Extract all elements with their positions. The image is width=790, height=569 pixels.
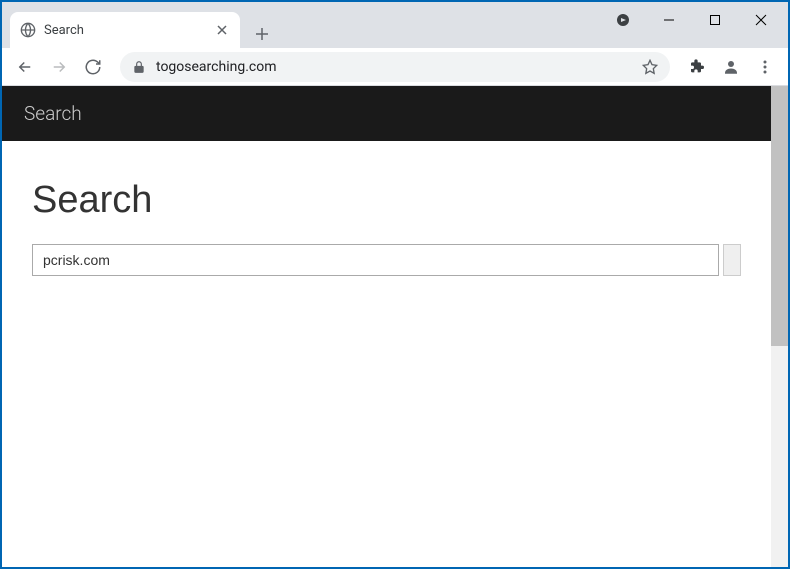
scrollbar-thumb[interactable]: [771, 86, 788, 346]
close-tab-icon[interactable]: [214, 22, 230, 38]
search-submit-button[interactable]: [723, 244, 741, 276]
page-body: Search: [2, 141, 771, 314]
tabs-area: Search: [2, 2, 600, 48]
content-area: Search Search: [2, 86, 788, 567]
bookmark-star-icon[interactable]: [642, 59, 658, 75]
window-titlebar: Search: [2, 2, 788, 48]
new-tab-button[interactable]: [248, 20, 276, 48]
url-text: togosearching.com: [156, 59, 642, 75]
extensions-icon[interactable]: [682, 52, 712, 82]
profile-icon[interactable]: [716, 52, 746, 82]
close-window-button[interactable]: [738, 2, 784, 38]
tab-title: Search: [44, 23, 214, 38]
vertical-scrollbar[interactable]: [771, 86, 788, 567]
minimize-button[interactable]: [646, 2, 692, 38]
window-controls: [646, 2, 788, 38]
reload-button[interactable]: [78, 52, 108, 82]
webpage: Search Search: [2, 86, 771, 567]
site-nav-title[interactable]: Search: [24, 102, 82, 125]
browser-tab[interactable]: Search: [10, 12, 240, 48]
page-heading: Search: [32, 179, 741, 222]
back-button[interactable]: [10, 52, 40, 82]
search-form: [32, 244, 741, 276]
search-input[interactable]: [32, 244, 719, 276]
maximize-button[interactable]: [692, 2, 738, 38]
media-indicator-icon[interactable]: [600, 2, 646, 38]
browser-toolbar: togosearching.com: [2, 48, 788, 86]
site-navbar: Search: [2, 86, 771, 141]
lock-icon: [132, 60, 146, 74]
forward-button[interactable]: [44, 52, 74, 82]
menu-icon[interactable]: [750, 52, 780, 82]
address-bar[interactable]: togosearching.com: [120, 52, 670, 82]
globe-icon: [20, 22, 36, 38]
